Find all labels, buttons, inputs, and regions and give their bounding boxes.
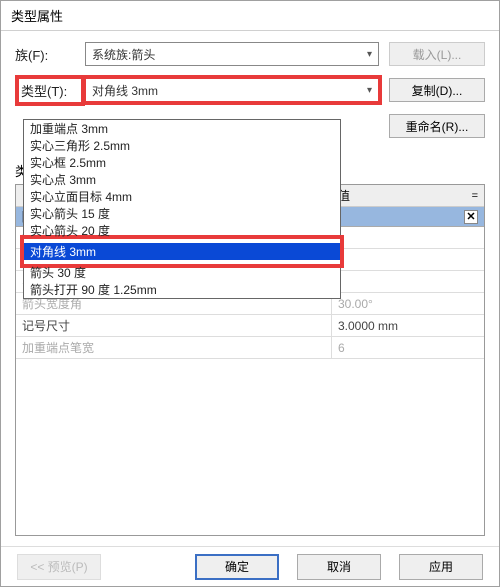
type-combo[interactable]: 对角线 3mm ▾ — [85, 78, 379, 102]
equals-icon: = — [472, 190, 478, 202]
cancel-button[interactable]: 取消 — [297, 554, 381, 580]
dropdown-item[interactable]: 对角线 3mm — [24, 243, 340, 260]
duplicate-button[interactable]: 复制(D)... — [389, 78, 485, 102]
type-label: 类型(T): — [15, 75, 85, 106]
param-value[interactable] — [332, 249, 484, 270]
param-value[interactable] — [332, 271, 484, 292]
param-name: 加重端点笔宽 — [16, 337, 332, 358]
load-button: 载入(L)... — [389, 42, 485, 66]
type-combo-value: 对角线 3mm — [92, 82, 158, 99]
table-row[interactable]: 记号尺寸3.0000 mm — [16, 315, 484, 337]
chevron-down-icon: ▾ — [367, 85, 372, 96]
family-combo-value: 系统族:箭头 — [92, 46, 155, 63]
window-title: 类型属性 — [11, 6, 63, 25]
value-column-header: 值 = — [332, 185, 484, 206]
param-value[interactable] — [332, 227, 484, 248]
rename-button[interactable]: 重命名(R)... — [389, 114, 485, 138]
dropdown-item[interactable]: 箭头 30 度 — [24, 264, 340, 281]
collapse-icon[interactable]: ✕ — [464, 210, 478, 224]
ok-button[interactable]: 确定 — [195, 554, 279, 580]
dropdown-item[interactable]: 实心三角形 2.5mm — [24, 137, 340, 154]
param-value[interactable]: 3.0000 mm — [332, 315, 484, 336]
dropdown-item[interactable]: 实心点 3mm — [24, 171, 340, 188]
window-titlebar: 类型属性 — [1, 1, 499, 31]
family-label: 族(F): — [15, 45, 85, 64]
preview-button: << 预览(P) — [17, 554, 101, 580]
dropdown-item[interactable]: 加重端点 3mm — [24, 120, 340, 137]
apply-button[interactable]: 应用 — [399, 554, 483, 580]
chevron-down-icon: ▾ — [367, 49, 372, 60]
dropdown-item[interactable]: 箭头打开 90 度 1.25mm — [24, 281, 340, 298]
param-value[interactable]: 30.00° — [332, 293, 484, 314]
family-combo[interactable]: 系统族:箭头 ▾ — [85, 42, 379, 66]
table-row[interactable]: 加重端点笔宽6 — [16, 337, 484, 359]
dropdown-item[interactable]: 实心立面目标 4mm — [24, 188, 340, 205]
type-dropdown-list[interactable]: 加重端点 3mm实心三角形 2.5mm实心框 2.5mm实心点 3mm实心立面目… — [23, 119, 341, 299]
dropdown-item[interactable]: 实心箭头 15 度 — [24, 205, 340, 222]
param-name: 记号尺寸 — [16, 315, 332, 336]
param-value[interactable]: 6 — [332, 337, 484, 358]
dropdown-item[interactable]: 实心框 2.5mm — [24, 154, 340, 171]
